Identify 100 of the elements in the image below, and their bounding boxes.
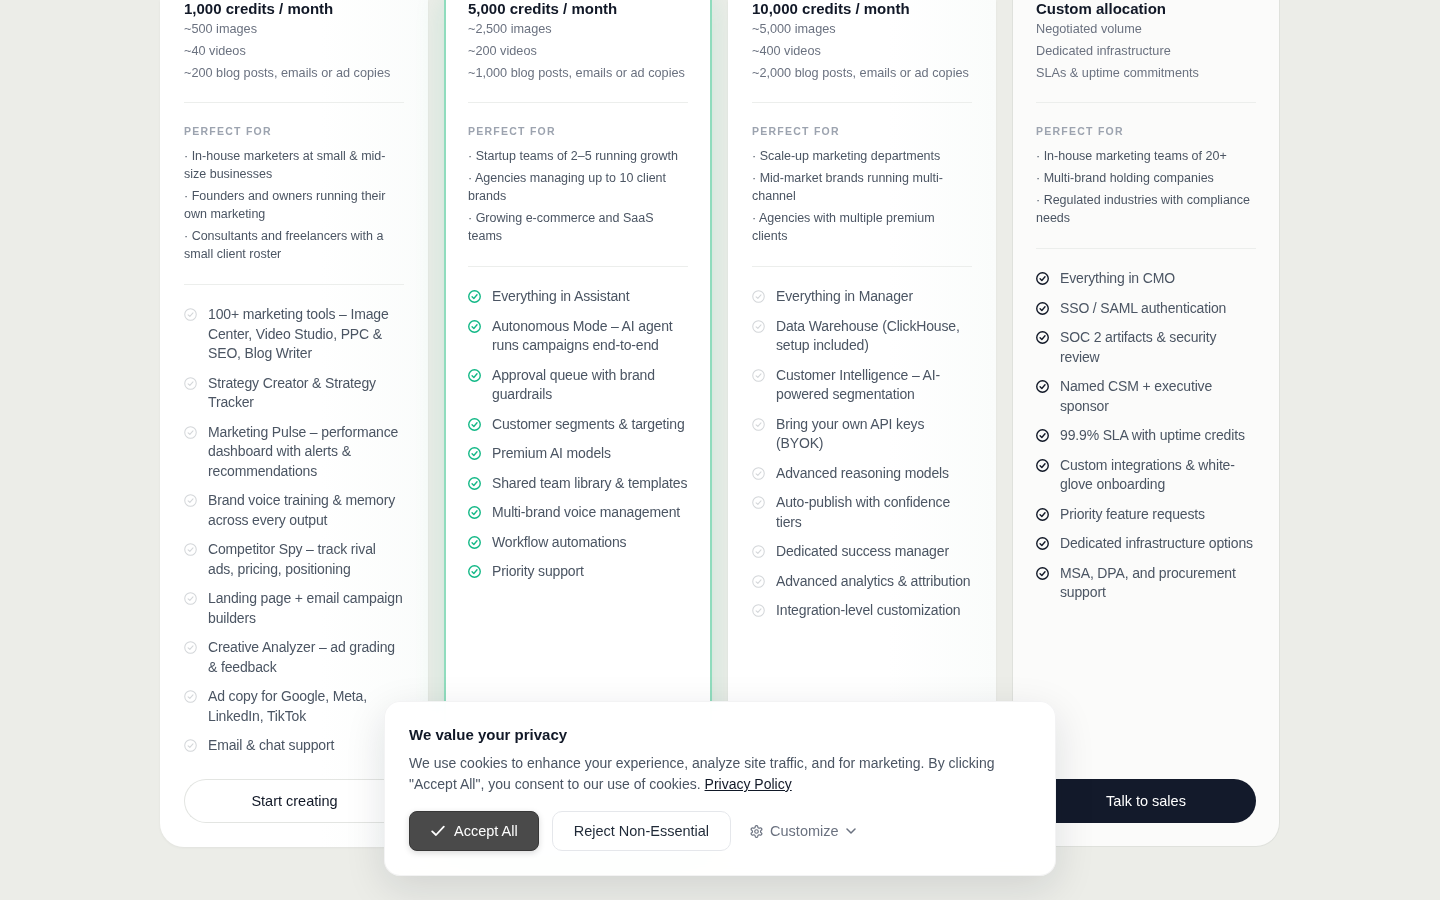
feature-text: Competitor Spy – track rival ads, pricing, positioning <box>208 540 377 579</box>
section-label: PERFECT FOR <box>184 124 273 138</box>
audience-item: · Mid-market brands running multi-channel <box>752 170 945 205</box>
check-circle-icon <box>752 368 765 382</box>
check-circle-icon <box>752 466 765 480</box>
check-circle-icon <box>184 739 197 752</box>
check-circle-icon <box>468 319 481 333</box>
feature-text: SSO / SAML authentication <box>1060 298 1227 318</box>
section-label: PERFECT FOR <box>1036 124 1125 138</box>
check-circle-icon <box>752 574 765 588</box>
usage-item: ~200 videos <box>468 43 538 60</box>
audience-item: · Agencies managing up to 10 client brands <box>468 170 668 205</box>
usage-item: ~2,000 blog posts, emails or ad copies <box>752 65 970 82</box>
gear-icon <box>750 824 764 838</box>
feature-text: Everything in Manager <box>776 287 913 306</box>
usage-item: ~5,000 images <box>752 21 837 38</box>
audience-item: · Founders and owners running their own marketing <box>184 188 387 223</box>
check-circle-icon <box>752 496 765 509</box>
feature-text: Dedicated success manager <box>776 542 949 561</box>
plan-allowance: 5,000 credits / month <box>468 0 619 18</box>
check-circle-icon <box>1036 429 1049 442</box>
accept-button[interactable]: Accept All <box>409 811 539 851</box>
check-circle-icon <box>468 417 481 431</box>
feature-text: 100+ marketing tools – Image Center, Video Studio, PPC & SEO, Blog Writer <box>208 305 390 363</box>
check-circle-icon <box>184 376 197 390</box>
check-circle-icon <box>468 447 481 460</box>
plan-allowance: 10,000 credits / month <box>752 0 911 18</box>
check-circle-icon <box>1036 507 1049 521</box>
feature-text: Named CSM + executive sponsor <box>1060 377 1214 416</box>
check-circle-icon <box>1036 272 1049 285</box>
feature-text: Advanced analytics & attribution <box>776 571 971 591</box>
feature-text: Everything in Assistant <box>492 287 630 306</box>
feature-text: Ad copy for Google, Meta, LinkedIn, TikTok <box>208 687 368 726</box>
banner-title: We value your privacy <box>409 725 569 745</box>
section-label: PERFECT FOR <box>468 124 557 138</box>
check-circle-icon <box>468 290 481 303</box>
check-circle-icon <box>468 476 481 490</box>
feature-text: Multi-brand voice management <box>492 503 680 522</box>
plan-cta-button[interactable]: Talk to sales <box>1056 779 1256 823</box>
audience-item: · Consultants and freelancers with a small client roster <box>184 228 385 263</box>
feature-text: Approval queue with brand guardrails <box>492 365 656 404</box>
check-circle-icon <box>184 425 197 439</box>
feature-text: Strategy Creator & Strategy Tracker <box>208 373 377 412</box>
feature-text: Workflow automations <box>492 532 627 552</box>
check-circle-icon <box>184 543 197 556</box>
audience-item: · Startup teams of 2–5 running growth <box>468 148 679 165</box>
feature-text: Everything in CMO <box>1060 269 1175 288</box>
feature-text: Auto-publish with confidence tiers <box>776 493 952 532</box>
check-circle-icon <box>468 506 481 519</box>
check-circle-icon <box>752 545 765 558</box>
feature-text: SOC 2 artifacts & security review <box>1060 328 1218 367</box>
feature-text: Integration-level customization <box>776 601 961 620</box>
usage-item: ~400 videos <box>752 43 822 60</box>
check-circle-icon <box>184 308 197 321</box>
feature-text: MSA, DPA, and procurement support <box>1060 563 1237 602</box>
check-circle-icon <box>184 690 197 703</box>
customize-button[interactable]: Customize <box>742 811 864 851</box>
feature-text: Dedicated infrastructure options <box>1060 534 1253 553</box>
chevron-down-icon <box>845 828 856 834</box>
feature-text: Priority feature requests <box>1060 504 1205 524</box>
check-circle-icon <box>752 319 765 333</box>
feature-text: Brand voice training & memory across every output <box>208 491 397 530</box>
usage-item: ~500 images <box>184 21 258 38</box>
usage-item: ~1,000 blog posts, emails or ad copies <box>468 65 686 82</box>
check-circle-icon <box>184 641 197 654</box>
feature-text: Priority support <box>492 562 584 581</box>
check-icon <box>431 825 445 837</box>
usage-item: Negotiated volume <box>1036 21 1143 38</box>
check-circle-icon <box>468 535 481 549</box>
feature-text: Shared team library & templates <box>492 473 688 493</box>
feature-text: Marketing Pulse – performance dashboard with alerts & recommendations <box>208 422 400 481</box>
check-circle-icon <box>1036 537 1049 550</box>
audience-item: · Growing e-commerce and SaaS teams <box>468 210 655 245</box>
feature-text: Customer Intelligence – AI-powered segmentation <box>776 365 942 404</box>
check-circle-icon <box>752 604 765 617</box>
feature-text: Custom integrations & white-glove onboarding <box>1060 455 1236 494</box>
feature-text: Advanced reasoning models <box>776 463 949 483</box>
usage-item: ~2,500 images <box>468 21 553 38</box>
feature-text: Landing page + email campaign builders <box>208 589 404 628</box>
audience-item: · Agencies with multiple premium clients <box>752 210 936 245</box>
check-circle-icon <box>1036 380 1049 393</box>
check-circle-icon <box>468 565 481 578</box>
audience-item: · Scale-up marketing departments <box>752 148 942 165</box>
feature-text: 99.9% SLA with uptime credits <box>1060 426 1245 445</box>
check-circle-icon <box>468 368 481 382</box>
feature-text: Email & chat support <box>208 736 335 755</box>
audience-item: · In-house marketing teams of 20+ <box>1036 148 1228 165</box>
audience-item: · In-house marketers at small & mid-size businesses <box>184 148 387 183</box>
check-circle-icon <box>1036 331 1049 344</box>
check-circle-icon <box>184 494 197 507</box>
usage-item: ~40 videos <box>184 43 247 60</box>
feature-text: Autonomous Mode – AI agent runs campaigns end-to-end <box>492 316 674 355</box>
usage-item: ~200 blog posts, emails or ad copies <box>184 65 392 82</box>
audience-item: · Multi-brand holding companies <box>1036 170 1215 187</box>
reject-button[interactable]: Reject Non-Essential <box>551 811 732 851</box>
feature-text: Premium AI models <box>492 444 611 463</box>
privacy-policy-link[interactable]: Privacy Policy <box>704 776 792 792</box>
plan-cta-button[interactable]: Start creating <box>184 779 384 823</box>
check-circle-icon <box>752 290 765 303</box>
feature-text: Data Warehouse (ClickHouse, setup included) <box>776 316 961 355</box>
